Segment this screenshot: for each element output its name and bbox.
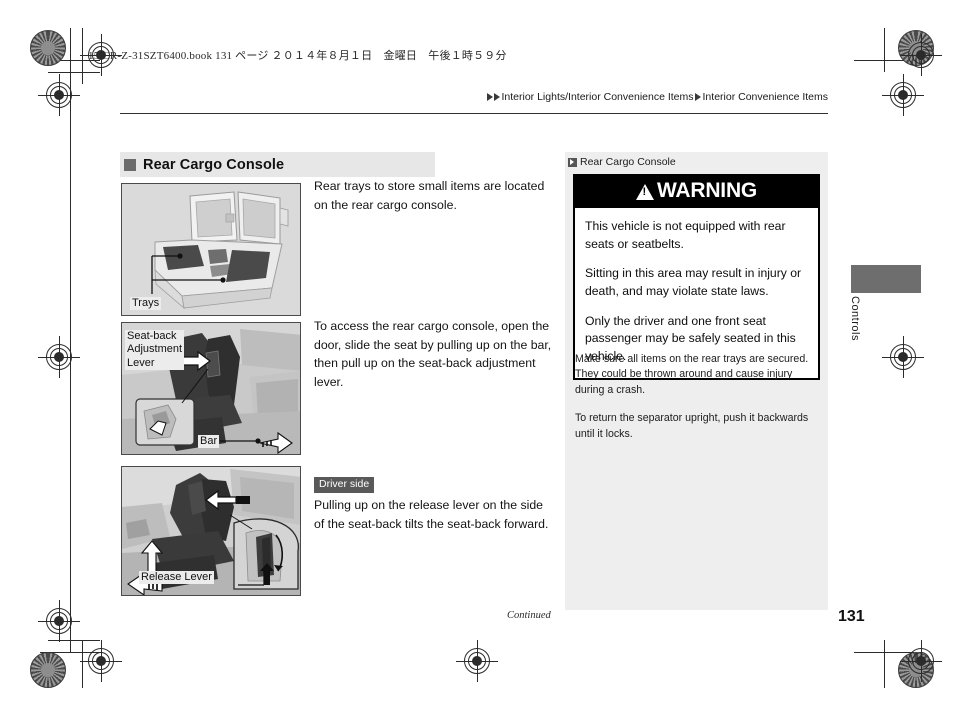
breadcrumb: Interior Lights/Interior Convenience Ite… [486, 91, 828, 103]
figure-rear-cargo-trays: Trays [121, 183, 301, 316]
paragraph-access-console: To access the rear cargo console, open t… [314, 319, 552, 390]
registration-mark-bottom-right [900, 640, 942, 682]
figure2-label-bar: Bar [198, 435, 220, 449]
page-title: Rear Cargo Console [143, 156, 285, 173]
warning-triangle-icon [635, 184, 654, 200]
chapter-thumb-tab [851, 265, 921, 293]
registration-mark-top-right [900, 34, 942, 76]
crop-line-top-left-v2 [82, 28, 83, 84]
section-bullet-icon [124, 158, 136, 171]
figure-seatback-adjustment-lever: Seat-back Adjustment Lever Bar [121, 322, 301, 455]
header-divider [120, 113, 828, 114]
chapter-thumb-tab-label: Controls [849, 296, 861, 341]
figure2-label-seatback-lever: Seat-back Adjustment Lever [125, 330, 185, 371]
warning-title: WARNING [656, 179, 758, 202]
crop-line-bottom-right-v [884, 640, 885, 688]
page-number: 131 [838, 608, 865, 625]
side-panel-header: Rear Cargo Console [565, 152, 828, 168]
panel-marker-icon [568, 157, 577, 167]
registration-mark-left-mid [38, 336, 80, 378]
side-panel-notes: Make sure all items on the rear trays ar… [575, 352, 820, 442]
figure1-label-trays: Trays [130, 297, 162, 311]
registration-mark-bottom-inner-left [80, 640, 122, 682]
registration-mark-bottom-left [38, 600, 80, 642]
document-header-line: 15 CR-Z-31SZT6400.book 131 ページ ２０１４年８月１日… [88, 50, 507, 62]
figure3-label-release-lever: Release Lever [139, 571, 214, 585]
registration-mark-bottom-center [456, 640, 498, 682]
continued-label: Continued [507, 610, 551, 621]
driver-side-badge: Driver side [314, 477, 375, 494]
breadcrumb-arrow-icon-2 [493, 93, 500, 101]
breadcrumb-level-1: Interior Lights/Interior Convenience Ite… [501, 91, 694, 103]
figure-release-lever: Release Lever [121, 466, 301, 596]
paragraph-driver-side: Driver side Pulling up on the release le… [314, 474, 556, 534]
breadcrumb-arrow-icon [486, 93, 493, 101]
side-panel-note-1: Make sure all items on the rear trays ar… [575, 353, 809, 396]
density-patch-bottom-left [30, 652, 66, 688]
registration-mark-right-mid [882, 336, 924, 378]
crop-line-top-left-h2 [48, 72, 100, 73]
warning-paragraph-1: This vehicle is not equipped with rear s… [585, 219, 786, 251]
registration-mark-right [882, 74, 924, 116]
side-panel-note-2: To return the separator upright, push it… [575, 412, 809, 440]
paragraph-release-lever-text: Pulling up on the release lever on the s… [314, 498, 549, 531]
crop-line-top-left-v [70, 28, 71, 72]
side-panel-heading: Rear Cargo Console [580, 156, 676, 168]
crop-line-bottom-left-h2 [48, 640, 100, 641]
paragraph-rear-trays: Rear trays to store small items are loca… [314, 179, 545, 212]
breadcrumb-level-2: Interior Convenience Items [702, 91, 828, 103]
warning-banner: WARNING [575, 176, 818, 208]
warning-box: WARNING This vehicle is not equipped wit… [573, 174, 820, 380]
registration-mark-top-left [38, 74, 80, 116]
section-title-bar: Rear Cargo Console [120, 152, 435, 177]
crop-line-bottom-left-v [82, 640, 83, 688]
side-panel: Rear Cargo Console WARNING This vehicle … [565, 152, 828, 610]
density-patch-top-left [30, 30, 66, 66]
breadcrumb-arrow-icon-3 [694, 93, 701, 101]
warning-paragraph-2: Sitting in this area may result in injur… [585, 266, 802, 299]
crop-line-top-right-v [884, 28, 885, 72]
